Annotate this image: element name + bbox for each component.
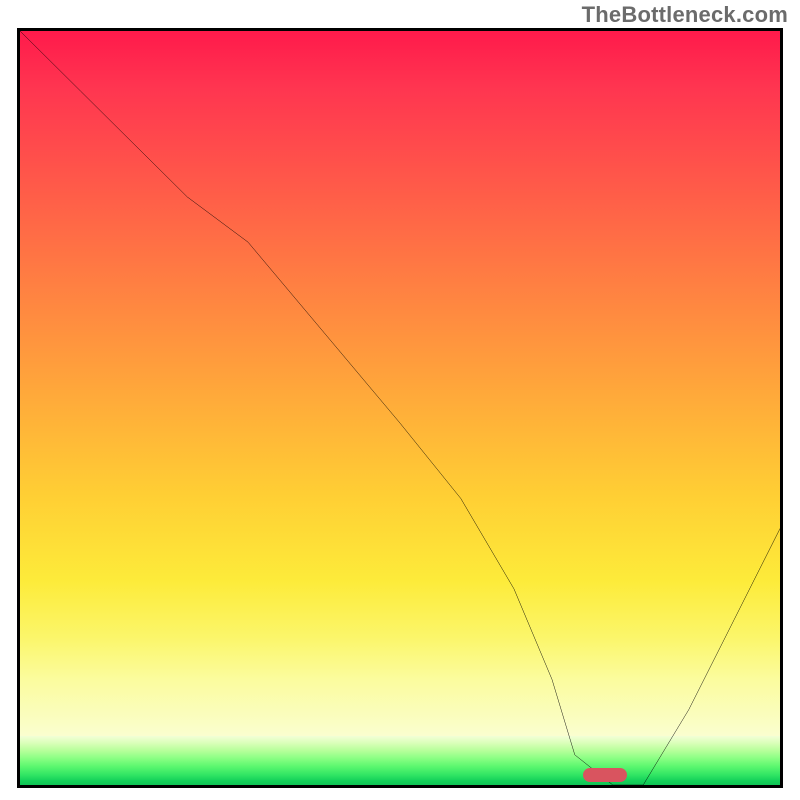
chart-container: TheBottleneck.com <box>0 0 800 800</box>
trough-marker <box>583 768 627 782</box>
watermark-text: TheBottleneck.com <box>582 2 788 28</box>
background-green-band <box>20 736 780 785</box>
background-gradient <box>20 31 780 736</box>
plot-frame <box>17 28 783 788</box>
